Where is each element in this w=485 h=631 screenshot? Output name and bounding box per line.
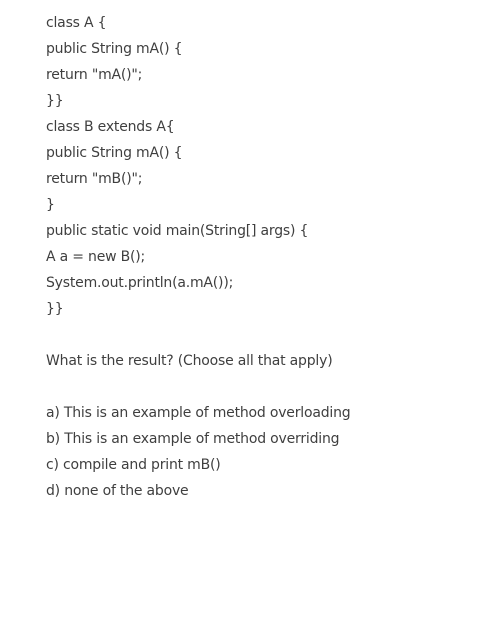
question-text: What is the result? (Choose all that app… xyxy=(46,353,333,369)
code-line: public String mA() { xyxy=(46,41,183,57)
option-a: a) This is an example of method overload… xyxy=(46,405,351,421)
code-line: return "mB()"; xyxy=(46,171,143,187)
code-line: }} xyxy=(46,301,64,317)
code-line: }} xyxy=(46,93,64,109)
option-c: c) compile and print mB() xyxy=(46,457,221,473)
code-block: class A { public String mA() { return "m… xyxy=(46,10,475,322)
code-line: class B extends A{ xyxy=(46,119,175,135)
code-line: public static void main(String[] args) { xyxy=(46,223,309,239)
question-document: class A { public String mA() { return "m… xyxy=(46,10,475,504)
code-line: } xyxy=(46,197,55,213)
option-d: d) none of the above xyxy=(46,483,189,499)
code-line: public String mA() { xyxy=(46,145,183,161)
code-line: return "mA()"; xyxy=(46,67,143,83)
answer-options: a) This is an example of method overload… xyxy=(46,400,475,504)
code-line: A a = new B(); xyxy=(46,249,146,265)
code-line: class A { xyxy=(46,15,107,31)
code-line: System.out.println(a.mA()); xyxy=(46,275,234,291)
option-b: b) This is an example of method overridi… xyxy=(46,431,340,447)
